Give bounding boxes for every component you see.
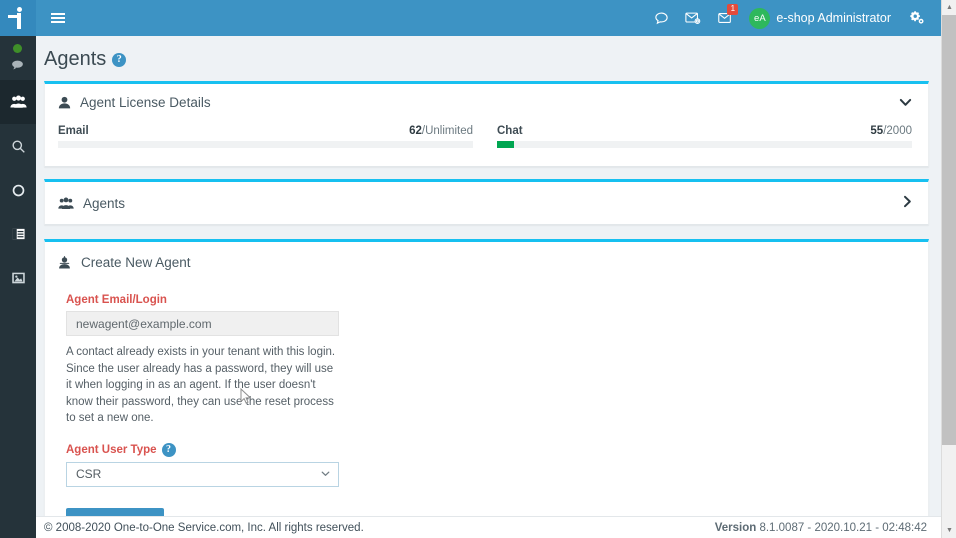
chevron-down-icon: [321, 468, 330, 480]
footer: © 2008-2020 One-to-One Service.com, Inc.…: [36, 516, 941, 538]
create-new-agent-title: Create New Agent: [81, 255, 191, 270]
license-row: Email 62/Unlimited Chat 55/2000: [58, 125, 912, 148]
sidebar-item-reports[interactable]: [0, 168, 36, 212]
create-new-agent-panel: Create New Agent Agent Email/Login newag…: [44, 239, 929, 538]
page-title-text: Agents: [44, 48, 107, 70]
gear-settings-icon[interactable]: [901, 0, 933, 36]
agent-user-type-value: CSR: [76, 467, 102, 481]
page-scrollbar[interactable]: ▲ ▼: [941, 0, 956, 538]
sidebar-item-knowledge-base[interactable]: [0, 212, 36, 256]
create-new-agent-header-left: Create New Agent: [58, 255, 191, 270]
inbox-badge-count: 1: [727, 4, 739, 15]
agent-license-details-body: Email 62/Unlimited Chat 55/2000: [45, 121, 928, 166]
license-chat-head: Chat 55/2000: [497, 125, 912, 137]
top-navbar: 1 eA e-shop Administrator: [0, 0, 941, 36]
left-sidebar: [0, 36, 36, 538]
license-chat-name: Chat: [497, 125, 523, 137]
license-email: Email 62/Unlimited: [58, 125, 473, 148]
license-email-name: Email: [58, 125, 89, 137]
people-group-icon: [9, 95, 27, 108]
footer-version-value: 8.1.0087 - 2020.10.21 - 02:48:42: [759, 521, 927, 534]
menu-toggle-button[interactable]: [36, 0, 80, 36]
license-chat-total: 2000: [886, 125, 912, 137]
inbox-icon[interactable]: 1: [709, 0, 741, 36]
scroll-down-arrow-icon[interactable]: ▼: [942, 523, 956, 538]
agents-panel: Agents: [44, 179, 929, 225]
agent-user-type-select[interactable]: CSR: [66, 461, 339, 487]
agent-license-details-title: Agent License Details: [80, 95, 211, 110]
chat-bubble-icon[interactable]: [645, 0, 677, 36]
username-label[interactable]: e-shop Administrator: [776, 11, 891, 25]
app-logo[interactable]: [0, 0, 36, 36]
scroll-up-arrow-icon[interactable]: ▲: [942, 0, 956, 15]
chat-bubble-icon: [12, 60, 23, 70]
app-root: 1 eA e-shop Administrator Agents ? Agent…: [0, 0, 956, 538]
license-chat-progress-track: [497, 141, 912, 148]
circle-icon: [12, 184, 24, 196]
page-title: Agents ?: [36, 36, 941, 81]
license-email-used: 62: [409, 125, 422, 137]
main-content: Agents ? Agent License Details Email 62/…: [36, 36, 941, 538]
license-chat: Chat 55/2000: [497, 125, 912, 148]
sidebar-item-media[interactable]: [0, 256, 36, 300]
footer-version: Version 8.1.0087 - 2020.10.21 - 02:48:42: [715, 522, 927, 534]
license-chat-used: 55: [870, 125, 884, 137]
panel-header-left: Agent License Details: [58, 95, 211, 110]
sidebar-item-agents[interactable]: [0, 80, 36, 124]
magnifier-icon: [11, 139, 25, 153]
agents-panel-title: Agents: [83, 195, 126, 211]
panel-container: Agent License Details Email 62/Unlimited…: [36, 81, 941, 538]
license-email-head: Email 62/Unlimited: [58, 125, 473, 137]
chevron-right-icon[interactable]: [903, 195, 912, 211]
one-to-one-logo-icon: [8, 6, 28, 30]
create-new-agent-body: Agent Email/Login newagent@example.com A…: [45, 276, 928, 538]
page-help-icon[interactable]: ?: [112, 52, 127, 67]
footer-version-label: Version: [714, 521, 757, 534]
footer-copyright: © 2008-2020 One-to-One Service.com, Inc.…: [44, 521, 364, 534]
agents-panel-header[interactable]: Agents: [45, 182, 928, 224]
list-panel-icon: [11, 228, 25, 240]
sidebar-item-presence[interactable]: [0, 36, 36, 80]
create-new-agent-header: Create New Agent: [45, 242, 928, 276]
chevron-down-icon[interactable]: [899, 95, 912, 110]
hamburger-icon: [51, 11, 65, 25]
agents-panel-header-left: Agents: [58, 196, 125, 211]
agent-user-type-label: Agent User Type ?: [66, 442, 912, 457]
agent-email-label: Agent Email/Login: [66, 294, 912, 306]
people-group-icon: [58, 197, 74, 210]
sidebar-item-search[interactable]: [0, 124, 36, 168]
agent-email-label-text: Agent Email/Login: [66, 294, 167, 306]
license-email-progress-track: [58, 141, 473, 148]
scrollbar-thumb[interactable]: [942, 15, 956, 445]
person-icon: [58, 96, 71, 109]
agent-license-details-panel: Agent License Details Email 62/Unlimited…: [44, 81, 929, 167]
agent-email-help-text: A contact already exists in your tenant …: [66, 346, 336, 424]
agent-email-input[interactable]: newagent@example.com: [66, 311, 339, 336]
topbar-icon-group: 1 eA e-shop Administrator: [645, 0, 941, 36]
image-icon: [11, 272, 25, 284]
mail-settings-icon[interactable]: [677, 0, 709, 36]
agent-email-value: newagent@example.com: [76, 316, 212, 331]
agent-headset-icon: [58, 256, 71, 269]
agent-license-details-header[interactable]: Agent License Details: [45, 84, 928, 121]
license-chat-progress-fill: [497, 141, 514, 148]
agent-user-type-help-icon[interactable]: ?: [161, 442, 176, 457]
status-dot-icon: [13, 44, 22, 53]
agent-user-type-label-text: Agent User Type: [66, 443, 157, 456]
avatar[interactable]: eA: [749, 7, 771, 29]
license-email-count: 62/Unlimited: [409, 125, 473, 137]
license-chat-count: 55/2000: [870, 125, 912, 137]
license-email-total: Unlimited: [425, 125, 473, 137]
